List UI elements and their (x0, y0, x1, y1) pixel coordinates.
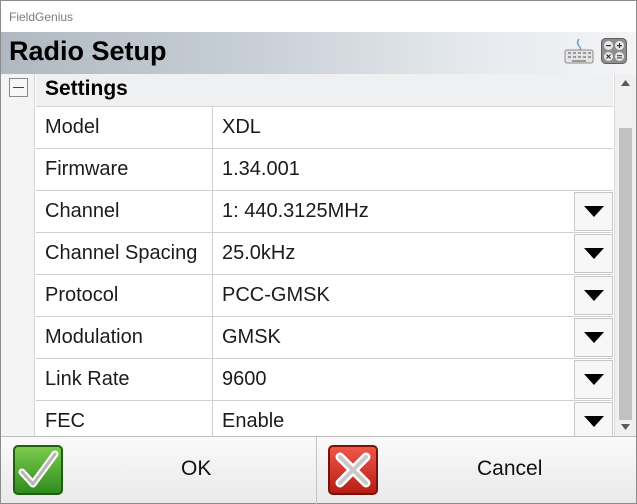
row-label-cell: FEC (36, 401, 213, 436)
row-value: 1.34.001 (222, 158, 300, 180)
link-rate-dropdown-button[interactable] (574, 360, 613, 399)
row-value: 25.0kHz (222, 242, 296, 264)
row-fec[interactable]: FEC Enable (36, 401, 613, 436)
row-label: Firmware (45, 158, 129, 180)
row-label-cell: Firmware (36, 149, 213, 190)
keyboard-button[interactable] (563, 35, 595, 67)
dropdown-arrow-icon (583, 290, 604, 301)
row-channel-spacing[interactable]: Channel Spacing 25.0kHz (36, 233, 613, 275)
row-label-cell: Model (36, 107, 213, 148)
protocol-dropdown-button[interactable] (574, 276, 613, 315)
row-label: Link Rate (45, 368, 130, 390)
app-title: FieldGenius (9, 10, 74, 24)
dropdown-arrow-icon (583, 206, 604, 217)
red-x-icon (328, 445, 378, 495)
channel-dropdown-button[interactable] (574, 192, 613, 231)
vertical-scrollbar[interactable] (614, 74, 636, 436)
row-channel[interactable]: Channel 1: 440.3125MHz (36, 191, 613, 233)
green-check-icon (13, 445, 63, 495)
scroll-down-arrow-icon[interactable] (615, 418, 636, 436)
row-value-cell: 1.34.001 (213, 149, 613, 190)
scroll-up-arrow-icon[interactable] (615, 74, 636, 92)
row-label: Modulation (45, 326, 143, 348)
row-label-cell: Link Rate (36, 359, 213, 400)
modulation-select[interactable]: GMSK (213, 317, 613, 358)
fec-dropdown-button[interactable] (574, 402, 613, 436)
row-value: XDL (222, 116, 261, 138)
channel-spacing-select[interactable]: 25.0kHz (213, 233, 613, 274)
dropdown-arrow-icon (583, 416, 604, 427)
row-label-cell: Channel (36, 191, 213, 232)
row-value: 1: 440.3125MHz (222, 200, 369, 222)
dropdown-arrow-icon (583, 332, 604, 343)
row-link-rate[interactable]: Link Rate 9600 (36, 359, 613, 401)
cancel-label: Cancel (477, 457, 543, 480)
row-value: Enable (222, 410, 285, 432)
dialog-footer: OK Cancel (1, 436, 636, 504)
row-firmware[interactable]: Firmware 1.34.001 (36, 149, 613, 191)
tree-gutter (1, 74, 35, 436)
row-label: Channel Spacing (45, 242, 198, 264)
row-label: FEC (45, 410, 85, 432)
row-label: Protocol (45, 284, 119, 306)
app-window: FieldGenius Radio Setup Settings Model X… (0, 0, 637, 504)
row-value: PCC-GMSK (222, 284, 330, 306)
modulation-dropdown-button[interactable] (574, 318, 613, 357)
row-value: GMSK (222, 326, 281, 348)
row-value: 9600 (222, 368, 267, 390)
channel-select[interactable]: 1: 440.3125MHz (213, 191, 613, 232)
calculator-button[interactable] (599, 35, 629, 67)
row-modulation[interactable]: Modulation GMSK (36, 317, 613, 359)
title-bar: FieldGenius (1, 1, 636, 32)
link-rate-select[interactable]: 9600 (213, 359, 613, 400)
cancel-button[interactable]: Cancel (318, 437, 636, 504)
collapse-minus-icon[interactable] (9, 78, 28, 97)
dropdown-arrow-icon (583, 374, 604, 385)
keyboard-icon (564, 38, 594, 64)
settings-panel: Settings Model XDL Firmware 1.34.001 Cha… (1, 74, 636, 436)
row-label: Model (45, 116, 100, 138)
section-title: Settings (45, 77, 128, 100)
dropdown-arrow-icon (583, 248, 604, 259)
property-grid: Settings Model XDL Firmware 1.34.001 Cha… (36, 74, 613, 436)
page-header: Radio Setup (1, 32, 636, 74)
section-header-settings[interactable]: Settings (36, 74, 613, 107)
row-label-cell: Channel Spacing (36, 233, 213, 274)
ok-label: OK (181, 457, 212, 480)
row-model[interactable]: Model XDL (36, 107, 613, 149)
ok-button[interactable]: OK (1, 437, 317, 504)
row-label-cell: Protocol (36, 275, 213, 316)
scroll-thumb[interactable] (619, 128, 632, 420)
row-protocol[interactable]: Protocol PCC-GMSK (36, 275, 613, 317)
protocol-select[interactable]: PCC-GMSK (213, 275, 613, 316)
calculator-icon (601, 38, 627, 64)
row-label-cell: Modulation (36, 317, 213, 358)
row-value-cell: XDL (213, 107, 613, 148)
fec-select[interactable]: Enable (213, 401, 613, 436)
row-label: Channel (45, 200, 120, 222)
page-title: Radio Setup (9, 36, 167, 66)
channel-spacing-dropdown-button[interactable] (574, 234, 613, 273)
